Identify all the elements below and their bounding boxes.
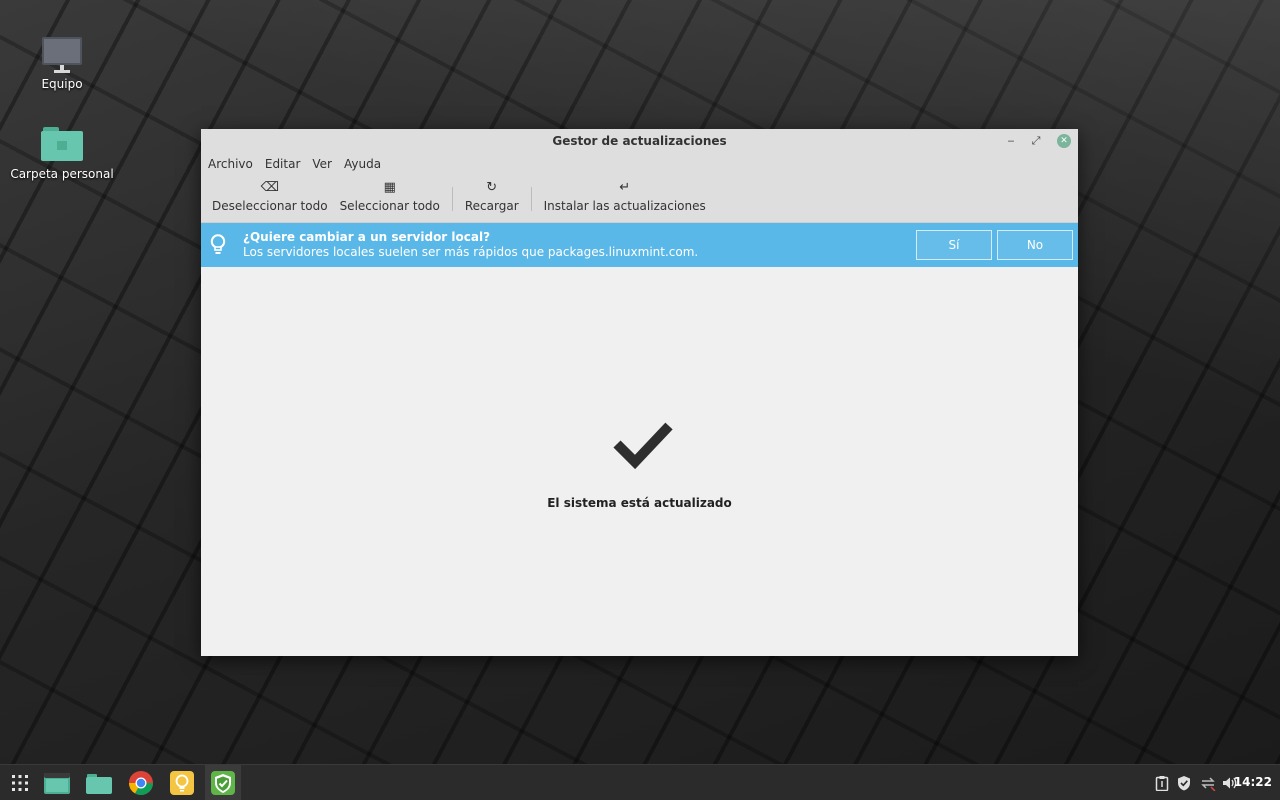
clock[interactable]: 14:22 <box>1234 775 1272 789</box>
backspace-icon: ⌫ <box>260 180 279 195</box>
install-updates-button[interactable]: ↵ Instalar las actualizaciones <box>538 175 712 214</box>
close-button[interactable]: ✕ <box>1057 134 1071 148</box>
window-title: Gestor de actualizaciones <box>552 134 727 148</box>
toolbar-separator <box>530 187 532 211</box>
apps-grid-icon[interactable] <box>6 769 34 797</box>
status-message: El sistema está actualizado <box>547 496 732 510</box>
reload-icon: ↻ <box>486 180 498 195</box>
infobar-detail: Los servidores locales suelen ser más rá… <box>243 245 699 259</box>
lightbulb-icon[interactable] <box>168 769 196 797</box>
maximize-button[interactable]: ⤢ <box>1027 132 1045 150</box>
desktop-icon-computer[interactable]: Equipo <box>7 37 117 91</box>
yes-button[interactable]: Sí <box>916 230 992 260</box>
desktop-icon-label: Carpeta personal <box>10 167 114 181</box>
reload-label: Recargar <box>464 199 519 213</box>
shield-update-icon[interactable] <box>209 769 237 797</box>
desktop-icon-label: Equipo <box>41 77 83 91</box>
toolbar: ⌫ Deseleccionar todo ▦ Seleccionar todo … <box>201 175 1078 223</box>
menu-editar[interactable]: Editar <box>263 157 307 171</box>
taskbar: 14:22 <box>0 764 1280 800</box>
status-area: El sistema está actualizado <box>201 270 1078 656</box>
menu-ayuda[interactable]: Ayuda <box>342 157 387 171</box>
checkmark-icon <box>613 422 673 470</box>
home-folder-icon <box>41 127 83 161</box>
infobar-question: ¿Quiere cambiar a un servidor local? <box>243 230 491 244</box>
chrome-icon[interactable] <box>127 769 155 797</box>
desktop-icon-home-folder[interactable]: Carpeta personal <box>7 127 117 181</box>
enter-icon: ↵ <box>619 180 631 195</box>
computer-icon <box>42 37 82 73</box>
menu-archivo[interactable]: Archivo <box>206 157 259 171</box>
deselect-all-button[interactable]: ⌫ Deseleccionar todo <box>206 175 334 214</box>
shield-icon[interactable] <box>1177 775 1191 791</box>
menu-ver[interactable]: Ver <box>310 157 338 171</box>
deselect-all-label: Deseleccionar todo <box>212 199 328 213</box>
clipboard-icon[interactable] <box>1155 775 1169 791</box>
update-manager-window: Gestor de actualizaciones ‒ ⤢ ✕ Archivo … <box>201 129 1078 656</box>
menubar: Archivo Editar Ver Ayuda <box>201 153 1078 175</box>
lightbulb-icon <box>210 234 226 254</box>
minimize-button[interactable]: ‒ <box>1002 132 1020 150</box>
terminal-icon[interactable] <box>43 769 71 797</box>
local-mirror-infobar: ¿Quiere cambiar a un servidor local? Los… <box>201 223 1078 267</box>
reload-button[interactable]: ↻ Recargar <box>459 175 525 214</box>
select-all-label: Seleccionar todo <box>339 199 440 213</box>
network-icon[interactable] <box>1200 775 1216 791</box>
titlebar[interactable]: Gestor de actualizaciones ‒ ⤢ ✕ <box>201 129 1078 153</box>
toolbar-separator <box>451 187 453 211</box>
no-button[interactable]: No <box>997 230 1073 260</box>
files-icon[interactable] <box>85 769 113 797</box>
select-all-icon: ▦ <box>383 180 396 195</box>
install-updates-label: Instalar las actualizaciones <box>543 199 706 213</box>
select-all-button[interactable]: ▦ Seleccionar todo <box>334 175 446 214</box>
